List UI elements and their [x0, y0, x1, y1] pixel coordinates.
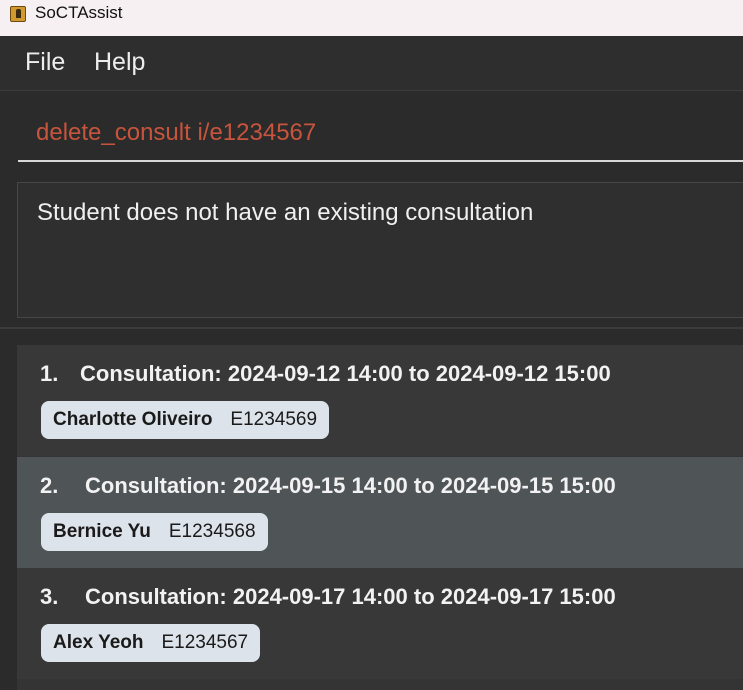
menu-bar: File Help	[0, 36, 743, 91]
consultation-index: 1.	[40, 361, 59, 386]
student-tag: Charlotte Oliveiro E1234569	[41, 401, 330, 439]
result-display: Student does not have an existing consul…	[17, 182, 743, 318]
consultation-index: 2.	[40, 473, 59, 498]
consultation-title: Consultation: 2024-09-15 14:00 to 2024-0…	[85, 473, 616, 498]
window-title: SoCTAssist	[35, 3, 123, 22]
window-titlebar: SoCTAssist	[0, 0, 743, 36]
student-name: Bernice Yu	[53, 521, 151, 542]
result-message: Student does not have an existing consul…	[37, 199, 534, 226]
student-id: E1234569	[230, 409, 318, 430]
student-tag: Bernice Yu E1234568	[41, 513, 268, 551]
consultation-card-selected[interactable]: 2. Consultation: 2024-09-15 14:00 to 202…	[17, 457, 743, 568]
app-icon	[10, 6, 26, 22]
student-id: E1234567	[161, 632, 249, 653]
consultation-list[interactable]: 1. Consultation: 2024-09-12 14:00 to 202…	[17, 345, 743, 690]
consultation-index: 3.	[40, 584, 59, 609]
student-name: Alex Yeoh	[53, 632, 144, 653]
consultation-card[interactable]: 1. Consultation: 2024-09-12 14:00 to 202…	[17, 345, 743, 456]
student-id: E1234568	[168, 521, 256, 542]
student-name: Charlotte Oliveiro	[53, 409, 213, 430]
section-divider	[0, 327, 743, 329]
consultation-title: Consultation: 2024-09-17 14:00 to 2024-0…	[85, 584, 616, 609]
menu-help[interactable]: Help	[94, 48, 145, 77]
student-tag: Alex Yeoh E1234567	[41, 624, 261, 662]
menu-file[interactable]: File	[25, 48, 65, 77]
command-input[interactable]	[18, 94, 743, 162]
consultation-card[interactable]: 3. Consultation: 2024-09-17 14:00 to 202…	[17, 568, 743, 679]
consultation-title: Consultation: 2024-09-12 14:00 to 2024-0…	[80, 361, 611, 386]
command-area	[0, 92, 743, 170]
